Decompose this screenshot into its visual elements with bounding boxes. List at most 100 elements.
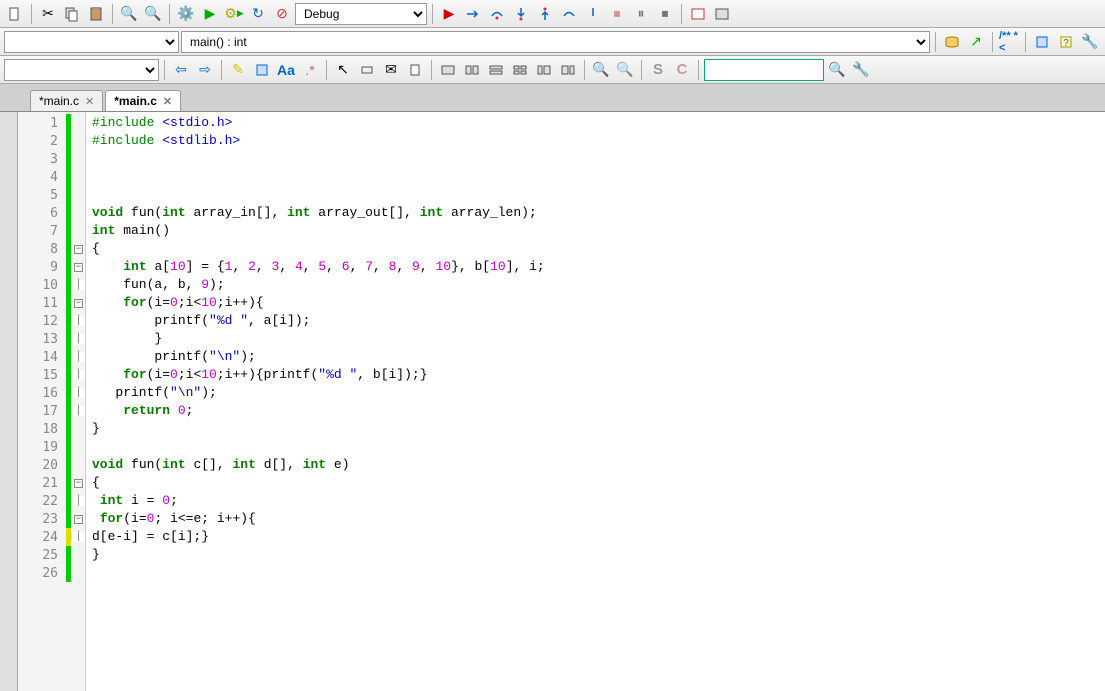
match-case-button[interactable]: Aa [275,59,297,81]
code-line[interactable]: printf("\n"); [92,384,545,402]
scope-combo-function[interactable]: main() : int [181,31,930,53]
layout4-button[interactable] [509,59,531,81]
code-line[interactable]: #include <stdlib.h> [92,132,545,150]
layout2-button[interactable] [461,59,483,81]
code-line[interactable]: } [92,546,545,564]
code-line[interactable]: fun(a, b, 9); [92,276,545,294]
info-button[interactable] [711,3,733,25]
toolbar-main: ✂ 🔍 🔍 ⚙️ ▶ ⚙▶ ↻ ⊘ Debug ▶ ⏹ ⏸ ⏹ [0,0,1105,28]
code-line[interactable]: void fun(int array_in[], int array_out[]… [92,204,545,222]
search-settings-button[interactable]: 🔧 [850,59,872,81]
nav-history-combo[interactable] [4,59,159,81]
step-into-button[interactable] [510,3,532,25]
code-line[interactable]: void fun(int c[], int d[], int e) [92,456,545,474]
replace-button[interactable]: 🔍 [142,3,164,25]
code-line[interactable]: printf("%d ", a[i]); [92,312,545,330]
code-line[interactable]: printf("\n"); [92,348,545,366]
rebuild-button[interactable]: ↻ [247,3,269,25]
code-line[interactable] [92,186,545,204]
zoom-in-button[interactable]: 🔍 [590,59,612,81]
code-line[interactable]: { [92,474,545,492]
pause-button[interactable]: ⏸ [630,3,652,25]
change-bar [66,456,71,474]
code-line[interactable] [92,564,545,582]
change-bar [66,564,71,582]
editor-tab[interactable]: *main.c✕ [105,90,181,111]
code-line[interactable]: for(i=0;i<10;i++){printf("%d ", b[i]);} [92,366,545,384]
code-line[interactable]: } [92,330,545,348]
code-line[interactable] [92,438,545,456]
forward-button[interactable]: ⇨ [194,59,216,81]
gutter-row: 1 [18,114,85,132]
search-input[interactable] [704,59,824,81]
wrench-button[interactable]: 🔧 [1079,31,1101,53]
build-settings-button[interactable]: ⚙️ [175,3,197,25]
disk-button[interactable] [941,31,963,53]
next-instruction-button[interactable] [558,3,580,25]
step-over-button[interactable] [486,3,508,25]
comment-button[interactable]: /** *< [998,31,1020,53]
paste-button[interactable] [85,3,107,25]
code-line[interactable]: d[e-i] = c[i];} [92,528,545,546]
fold-marker[interactable]: − [71,515,85,524]
rect-button[interactable] [356,59,378,81]
pointer-button[interactable]: ↖ [332,59,354,81]
run-to-cursor-button[interactable] [462,3,484,25]
build-target-combo[interactable]: Debug [295,3,427,25]
code-line[interactable]: int i = 0; [92,492,545,510]
layout3-button[interactable] [485,59,507,81]
layout6-button[interactable] [557,59,579,81]
debug-windows-button[interactable] [687,3,709,25]
close-icon[interactable]: ✕ [163,95,172,108]
clipboard-button[interactable] [404,59,426,81]
fold-marker: │ [71,406,85,416]
new-file-button[interactable] [4,3,26,25]
code-line[interactable] [92,168,545,186]
help-button[interactable]: ? [1055,31,1077,53]
layout1-button[interactable] [437,59,459,81]
step-into-instruction-button[interactable] [582,3,604,25]
c-mode-button[interactable]: C [671,59,693,81]
find-button[interactable]: 🔍 [118,3,140,25]
fold-marker[interactable]: − [71,263,85,272]
jump-button[interactable]: ↗ [965,31,987,53]
code-line[interactable]: #include <stdio.h> [92,114,545,132]
fold-marker[interactable]: − [71,299,85,308]
code-line[interactable]: return 0; [92,402,545,420]
break-button[interactable]: ⏹ [606,3,628,25]
line-number: 11 [18,296,66,311]
stop-debug-button[interactable]: ⏹ [654,3,676,25]
code-line[interactable]: { [92,240,545,258]
debug-run-button[interactable]: ▶ [438,3,460,25]
code-line[interactable]: int main() [92,222,545,240]
code-view[interactable]: #include <stdio.h>#include <stdlib.h> voi… [86,112,545,691]
copy-button[interactable] [61,3,83,25]
gutter-row: 16│ [18,384,85,402]
code-line[interactable]: for(i=0; i<=e; i++){ [92,510,545,528]
select-all-button[interactable] [251,59,273,81]
fold-marker[interactable]: − [71,479,85,488]
close-icon[interactable]: ✕ [85,95,94,108]
code-line[interactable] [92,150,545,168]
run-button[interactable]: ▶ [199,3,221,25]
fold-marker[interactable]: − [71,245,85,254]
mail-button[interactable]: ✉ [380,59,402,81]
zoom-out-button[interactable]: 🔍 [614,59,636,81]
editor-tab[interactable]: *main.c✕ [30,90,103,111]
scope-combo-left[interactable] [4,31,179,53]
line-number: 5 [18,188,66,203]
source-button[interactable]: S [647,59,669,81]
code-line[interactable]: int a[10] = {1, 2, 3, 4, 5, 6, 7, 8, 9, … [92,258,545,276]
build-run-button[interactable]: ⚙▶ [223,3,245,25]
cut-button[interactable]: ✂ [37,3,59,25]
highlight-button[interactable]: ✎ [227,59,249,81]
code-line[interactable]: } [92,420,545,438]
stop-build-button[interactable]: ⊘ [271,3,293,25]
code-line[interactable]: for(i=0;i<10;i++){ [92,294,545,312]
bookmark-button[interactable] [1031,31,1053,53]
regex-button[interactable]: .* [299,59,321,81]
back-button[interactable]: ⇦ [170,59,192,81]
step-out-button[interactable] [534,3,556,25]
search-go-button[interactable]: 🔍 [826,59,848,81]
layout5-button[interactable] [533,59,555,81]
